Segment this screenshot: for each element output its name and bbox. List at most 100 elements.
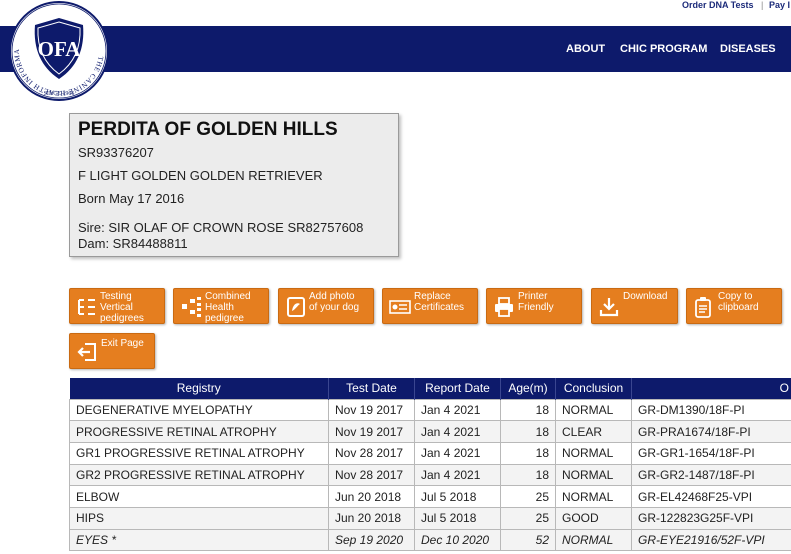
nav-item-about[interactable]: ABOUT <box>566 43 605 55</box>
cell-ofa-number: GR-DM1390/18F-PI <box>631 398 791 422</box>
logo-text: OFA <box>38 37 82 61</box>
cell-ofa-number: GR-PRA1674/18F-PI <box>631 420 791 443</box>
col-header-registry[interactable]: Registry <box>69 378 329 399</box>
table-row[interactable]: GR1 PROGRESSIVE RETINAL ATROPHY Nov 28 2… <box>69 441 791 465</box>
table-row[interactable]: ELBOW Jun 20 2018 Jul 5 2018 25 NORMAL G… <box>69 485 791 508</box>
col-header-test-date[interactable]: Test Date <box>328 378 415 399</box>
cell-registry: GR1 PROGRESSIVE RETINAL ATROPHY <box>69 441 329 465</box>
cell-conclusion: NORMAL <box>555 463 632 487</box>
dog-info-panel: PERDITA OF GOLDEN HILLS SR93376207 F LIG… <box>69 113 399 257</box>
pay-link[interactable]: Pay I <box>769 0 790 10</box>
download-icon <box>599 298 619 317</box>
copy-to-clipboard-button[interactable]: Copy to clipboard <box>686 288 782 324</box>
dog-dam: Dam: SR84488811 <box>78 236 188 251</box>
dog-birth-date: Born May 17 2016 <box>78 191 185 206</box>
exit-page-button[interactable]: Exit Page <box>69 333 155 369</box>
photo-icon <box>287 297 305 317</box>
cell-registry: GR2 PROGRESSIVE RETINAL ATROPHY <box>69 463 329 487</box>
logo-since-text: SINCE 1966 <box>44 91 75 97</box>
cell-test-date: Sep 19 2020 <box>328 528 415 552</box>
table-row[interactable]: GR2 PROGRESSIVE RETINAL ATROPHY Nov 28 2… <box>69 463 791 487</box>
cell-age: 18 <box>500 398 556 422</box>
cell-registry: ELBOW <box>69 485 329 508</box>
dog-registration-number: SR93376207 <box>78 145 154 160</box>
cell-conclusion: NORMAL <box>555 398 632 422</box>
printer-icon <box>495 297 513 317</box>
cell-registry: DEGENERATIVE MYELOPATHY <box>69 398 329 422</box>
cell-report-date: Jan 4 2021 <box>414 420 501 443</box>
cell-age: 25 <box>500 506 556 530</box>
cell-age: 18 <box>500 441 556 465</box>
cell-ofa-number: GR-122823G25F-VPI <box>631 506 791 530</box>
ofa-seal-icon: THE CANINE HEALTH INFORMATION CENTER SIN… <box>0 0 109 101</box>
dog-description: F LIGHT GOLDEN GOLDEN RETRIEVER <box>78 168 323 183</box>
printer-friendly-button[interactable]: Printer Friendly <box>486 288 582 324</box>
cell-report-date: Dec 10 2020 <box>414 528 501 552</box>
cell-ofa-number: GR-EYE21916/52F-VPI <box>631 528 791 552</box>
nav-item-diseases[interactable]: DISEASES <box>720 43 776 55</box>
cell-test-date: Nov 28 2017 <box>328 441 415 465</box>
combined-health-pedigree-button[interactable]: Combined Health pedigree <box>173 288 269 324</box>
combined-health-pedigree-label: Combined Health pedigree <box>205 291 251 324</box>
download-button[interactable]: Download <box>591 288 678 324</box>
cell-age: 18 <box>500 463 556 487</box>
nav-item-chic-program[interactable]: CHIC PROGRAM <box>620 43 707 55</box>
exit-page-label: Exit Page <box>101 338 144 349</box>
cell-conclusion: GOOD <box>555 506 632 530</box>
pedigree-tree-icon <box>78 299 95 315</box>
cell-age: 52 <box>500 528 556 552</box>
cell-report-date: Jan 4 2021 <box>414 441 501 465</box>
table-row[interactable]: PROGRESSIVE RETINAL ATROPHY Nov 19 2017 … <box>69 420 791 443</box>
table-header-row: Registry Test Date Report Date Age(m) Co… <box>69 378 791 399</box>
ofa-logo[interactable]: THE CANINE HEALTH INFORMATION CENTER SIN… <box>0 0 115 101</box>
cell-test-date: Jun 20 2018 <box>328 506 415 530</box>
health-pedigree-icon <box>182 297 201 317</box>
cell-test-date: Nov 19 2017 <box>328 398 415 422</box>
add-photo-button[interactable]: Add photo of your dog <box>278 288 374 324</box>
cell-test-date: Nov 19 2017 <box>328 420 415 443</box>
dog-name: PERDITA OF GOLDEN HILLS <box>78 119 338 140</box>
utility-bar: Order DNA Tests | Pay I <box>0 0 791 26</box>
dog-sire: Sire: SIR OLAF OF CROWN ROSE SR82757608 <box>78 220 364 235</box>
cell-ofa-number: GR-EL42468F25-VPI <box>631 485 791 508</box>
printer-friendly-label: Printer Friendly <box>518 291 554 313</box>
cell-ofa-number: GR-GR1-1654/18F-PI <box>631 441 791 465</box>
testing-vertical-pedigrees-button[interactable]: Testing Vertical pedigrees <box>69 288 165 324</box>
cell-report-date: Jan 4 2021 <box>414 463 501 487</box>
cell-conclusion: CLEAR <box>555 420 632 443</box>
cell-report-date: Jul 5 2018 <box>414 485 501 508</box>
cell-conclusion: NORMAL <box>555 441 632 465</box>
add-photo-label: Add photo of your dog <box>309 291 360 313</box>
col-header-conclusion[interactable]: Conclusion <box>555 378 632 399</box>
download-label: Download <box>623 291 668 302</box>
table-row[interactable]: DEGENERATIVE MYELOPATHY Nov 19 2017 Jan … <box>69 398 791 422</box>
cell-report-date: Jan 4 2021 <box>414 398 501 422</box>
cell-registry: EYES * <box>69 528 329 552</box>
table-row[interactable]: HIPS Jun 20 2018 Jul 5 2018 25 GOOD GR-1… <box>69 506 791 530</box>
exit-icon <box>77 343 96 361</box>
cell-age: 25 <box>500 485 556 508</box>
cell-test-date: Nov 28 2017 <box>328 463 415 487</box>
table-row[interactable]: EYES * Sep 19 2020 Dec 10 2020 52 NORMAL… <box>69 528 791 552</box>
testing-vertical-pedigrees-label: Testing Vertical pedigrees <box>100 291 144 324</box>
replace-certificates-button[interactable]: Replace Certificates <box>382 288 478 324</box>
col-header-age[interactable]: Age(m) <box>500 378 556 399</box>
health-results-table: Registry Test Date Report Date Age(m) Co… <box>69 378 791 552</box>
cell-conclusion: NORMAL <box>555 528 632 552</box>
col-header-report-date[interactable]: Report Date <box>414 378 501 399</box>
utility-separator: | <box>761 0 764 10</box>
cell-report-date: Jul 5 2018 <box>414 506 501 530</box>
cell-age: 18 <box>500 420 556 443</box>
clipboard-icon <box>695 297 711 318</box>
order-dna-tests-link[interactable]: Order DNA Tests <box>682 0 754 10</box>
cell-registry: HIPS <box>69 506 329 530</box>
col-header-ofa-number[interactable]: O <box>631 378 791 399</box>
cell-ofa-number: GR-GR2-1487/18F-PI <box>631 463 791 487</box>
cell-test-date: Jun 20 2018 <box>328 485 415 508</box>
main-nav: ABOUT CHIC PROGRAM DISEASES <box>0 26 791 72</box>
replace-certificates-label: Replace Certificates <box>414 291 465 313</box>
copy-to-clipboard-label: Copy to clipboard <box>718 291 759 313</box>
cell-registry: PROGRESSIVE RETINAL ATROPHY <box>69 420 329 443</box>
cell-conclusion: NORMAL <box>555 485 632 508</box>
certificate-icon <box>389 300 411 314</box>
